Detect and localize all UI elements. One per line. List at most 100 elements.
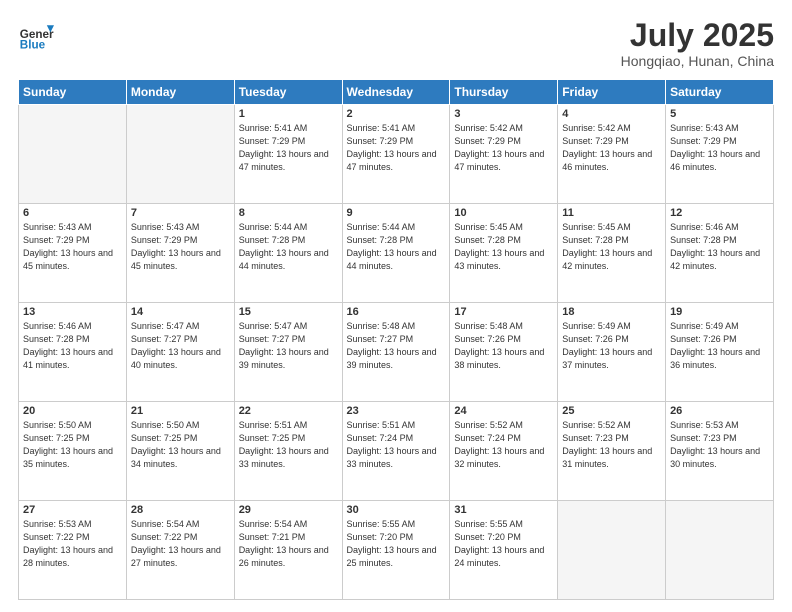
day-info: Sunrise: 5:55 AM Sunset: 7:20 PM Dayligh… — [347, 518, 446, 570]
calendar: SundayMondayTuesdayWednesdayThursdayFrid… — [18, 79, 774, 600]
calendar-cell: 30 Sunrise: 5:55 AM Sunset: 7:20 PM Dayli… — [342, 501, 450, 600]
day-number: 1 — [239, 108, 338, 120]
day-info: Sunrise: 5:41 AM Sunset: 7:29 PM Dayligh… — [239, 122, 338, 174]
day-info: Sunrise: 5:46 AM Sunset: 7:28 PM Dayligh… — [670, 221, 769, 273]
day-info: Sunrise: 5:45 AM Sunset: 7:28 PM Dayligh… — [454, 221, 553, 273]
day-number: 13 — [23, 306, 122, 318]
day-number: 7 — [131, 207, 230, 219]
day-info: Sunrise: 5:52 AM Sunset: 7:24 PM Dayligh… — [454, 419, 553, 471]
calendar-cell: 18 Sunrise: 5:49 AM Sunset: 7:26 PM Dayli… — [558, 303, 666, 402]
day-info: Sunrise: 5:52 AM Sunset: 7:23 PM Dayligh… — [562, 419, 661, 471]
day-number: 27 — [23, 504, 122, 516]
day-number: 31 — [454, 504, 553, 516]
day-number: 24 — [454, 405, 553, 417]
day-info: Sunrise: 5:48 AM Sunset: 7:27 PM Dayligh… — [347, 320, 446, 372]
day-info: Sunrise: 5:43 AM Sunset: 7:29 PM Dayligh… — [23, 221, 122, 273]
day-number: 18 — [562, 306, 661, 318]
calendar-cell: 24 Sunrise: 5:52 AM Sunset: 7:24 PM Dayli… — [450, 402, 558, 501]
calendar-cell: 11 Sunrise: 5:45 AM Sunset: 7:28 PM Dayli… — [558, 204, 666, 303]
calendar-cell: 28 Sunrise: 5:54 AM Sunset: 7:22 PM Dayli… — [126, 501, 234, 600]
day-number: 8 — [239, 207, 338, 219]
weekday-header: Wednesday — [342, 80, 450, 105]
calendar-cell — [19, 105, 127, 204]
day-info: Sunrise: 5:54 AM Sunset: 7:22 PM Dayligh… — [131, 518, 230, 570]
day-info: Sunrise: 5:43 AM Sunset: 7:29 PM Dayligh… — [131, 221, 230, 273]
day-info: Sunrise: 5:50 AM Sunset: 7:25 PM Dayligh… — [131, 419, 230, 471]
weekday-header: Saturday — [666, 80, 774, 105]
day-number: 11 — [562, 207, 661, 219]
day-number: 2 — [347, 108, 446, 120]
weekday-header: Thursday — [450, 80, 558, 105]
day-number: 19 — [670, 306, 769, 318]
logo-icon: General Blue — [18, 18, 54, 54]
calendar-cell: 20Sunrise: 5:50 AM Sunset: 7:25 PM Dayli… — [19, 402, 127, 501]
day-number: 3 — [454, 108, 553, 120]
day-info: Sunrise: 5:48 AM Sunset: 7:26 PM Dayligh… — [454, 320, 553, 372]
calendar-cell: 3 Sunrise: 5:42 AM Sunset: 7:29 PM Daylig… — [450, 105, 558, 204]
day-info: Sunrise: 5:41 AM Sunset: 7:29 PM Dayligh… — [347, 122, 446, 174]
day-info: Sunrise: 5:55 AM Sunset: 7:20 PM Dayligh… — [454, 518, 553, 570]
day-info: Sunrise: 5:47 AM Sunset: 7:27 PM Dayligh… — [239, 320, 338, 372]
day-info: Sunrise: 5:53 AM Sunset: 7:22 PM Dayligh… — [23, 518, 122, 570]
day-number: 12 — [670, 207, 769, 219]
calendar-cell: 14 Sunrise: 5:47 AM Sunset: 7:27 PM Dayli… — [126, 303, 234, 402]
day-number: 22 — [239, 405, 338, 417]
calendar-cell — [666, 501, 774, 600]
day-info: Sunrise: 5:45 AM Sunset: 7:28 PM Dayligh… — [562, 221, 661, 273]
day-number: 16 — [347, 306, 446, 318]
day-info: Sunrise: 5:49 AM Sunset: 7:26 PM Dayligh… — [670, 320, 769, 372]
day-number: 26 — [670, 405, 769, 417]
calendar-cell: 21Sunrise: 5:50 AM Sunset: 7:25 PM Dayli… — [126, 402, 234, 501]
weekday-header: Tuesday — [234, 80, 342, 105]
calendar-cell: 13 Sunrise: 5:46 AM Sunset: 7:28 PM Dayli… — [19, 303, 127, 402]
day-info: Sunrise: 5:47 AM Sunset: 7:27 PM Dayligh… — [131, 320, 230, 372]
calendar-cell: 10 Sunrise: 5:45 AM Sunset: 7:28 PM Dayli… — [450, 204, 558, 303]
day-number: 23 — [347, 405, 446, 417]
calendar-cell: 9Sunrise: 5:44 AM Sunset: 7:28 PM Daylig… — [342, 204, 450, 303]
day-info: Sunrise: 5:43 AM Sunset: 7:29 PM Dayligh… — [670, 122, 769, 174]
day-number: 15 — [239, 306, 338, 318]
calendar-cell: 12 Sunrise: 5:46 AM Sunset: 7:28 PM Dayli… — [666, 204, 774, 303]
day-info: Sunrise: 5:44 AM Sunset: 7:28 PM Dayligh… — [239, 221, 338, 273]
calendar-cell: 4Sunrise: 5:42 AM Sunset: 7:29 PM Daylig… — [558, 105, 666, 204]
day-number: 25 — [562, 405, 661, 417]
calendar-cell: 2 Sunrise: 5:41 AM Sunset: 7:29 PM Daylig… — [342, 105, 450, 204]
weekday-header: Monday — [126, 80, 234, 105]
day-number: 29 — [239, 504, 338, 516]
calendar-cell: 25 Sunrise: 5:52 AM Sunset: 7:23 PM Dayli… — [558, 402, 666, 501]
day-info: Sunrise: 5:53 AM Sunset: 7:23 PM Dayligh… — [670, 419, 769, 471]
month-year: July 2025 — [621, 18, 774, 53]
day-number: 30 — [347, 504, 446, 516]
weekday-header: Sunday — [19, 80, 127, 105]
day-info: Sunrise: 5:46 AM Sunset: 7:28 PM Dayligh… — [23, 320, 122, 372]
day-number: 10 — [454, 207, 553, 219]
location: Hongqiao, Hunan, China — [621, 53, 774, 69]
day-info: Sunrise: 5:51 AM Sunset: 7:25 PM Dayligh… — [239, 419, 338, 471]
calendar-cell: 23 Sunrise: 5:51 AM Sunset: 7:24 PM Dayli… — [342, 402, 450, 501]
calendar-cell: 16 Sunrise: 5:48 AM Sunset: 7:27 PM Dayli… — [342, 303, 450, 402]
calendar-cell: 31 Sunrise: 5:55 AM Sunset: 7:20 PM Dayli… — [450, 501, 558, 600]
calendar-cell — [126, 105, 234, 204]
day-info: Sunrise: 5:50 AM Sunset: 7:25 PM Dayligh… — [23, 419, 122, 471]
day-info: Sunrise: 5:42 AM Sunset: 7:29 PM Dayligh… — [562, 122, 661, 174]
calendar-cell: 29Sunrise: 5:54 AM Sunset: 7:21 PM Dayli… — [234, 501, 342, 600]
calendar-cell: 26 Sunrise: 5:53 AM Sunset: 7:23 PM Dayli… — [666, 402, 774, 501]
day-info: Sunrise: 5:49 AM Sunset: 7:26 PM Dayligh… — [562, 320, 661, 372]
calendar-cell: 15 Sunrise: 5:47 AM Sunset: 7:27 PM Dayli… — [234, 303, 342, 402]
weekday-header: Friday — [558, 80, 666, 105]
day-number: 5 — [670, 108, 769, 120]
svg-text:Blue: Blue — [20, 39, 46, 52]
day-number: 6 — [23, 207, 122, 219]
day-number: 14 — [131, 306, 230, 318]
calendar-cell: 1 Sunrise: 5:41 AM Sunset: 7:29 PM Daylig… — [234, 105, 342, 204]
day-number: 28 — [131, 504, 230, 516]
calendar-cell: 6 Sunrise: 5:43 AM Sunset: 7:29 PM Daylig… — [19, 204, 127, 303]
day-info: Sunrise: 5:51 AM Sunset: 7:24 PM Dayligh… — [347, 419, 446, 471]
day-number: 17 — [454, 306, 553, 318]
day-info: Sunrise: 5:44 AM Sunset: 7:28 PM Dayligh… — [347, 221, 446, 273]
calendar-cell: 22 Sunrise: 5:51 AM Sunset: 7:25 PM Dayli… — [234, 402, 342, 501]
calendar-cell: 27 Sunrise: 5:53 AM Sunset: 7:22 PM Dayli… — [19, 501, 127, 600]
day-info: Sunrise: 5:42 AM Sunset: 7:29 PM Dayligh… — [454, 122, 553, 174]
calendar-cell: 19 Sunrise: 5:49 AM Sunset: 7:26 PM Dayli… — [666, 303, 774, 402]
calendar-cell: 17 Sunrise: 5:48 AM Sunset: 7:26 PM Dayli… — [450, 303, 558, 402]
